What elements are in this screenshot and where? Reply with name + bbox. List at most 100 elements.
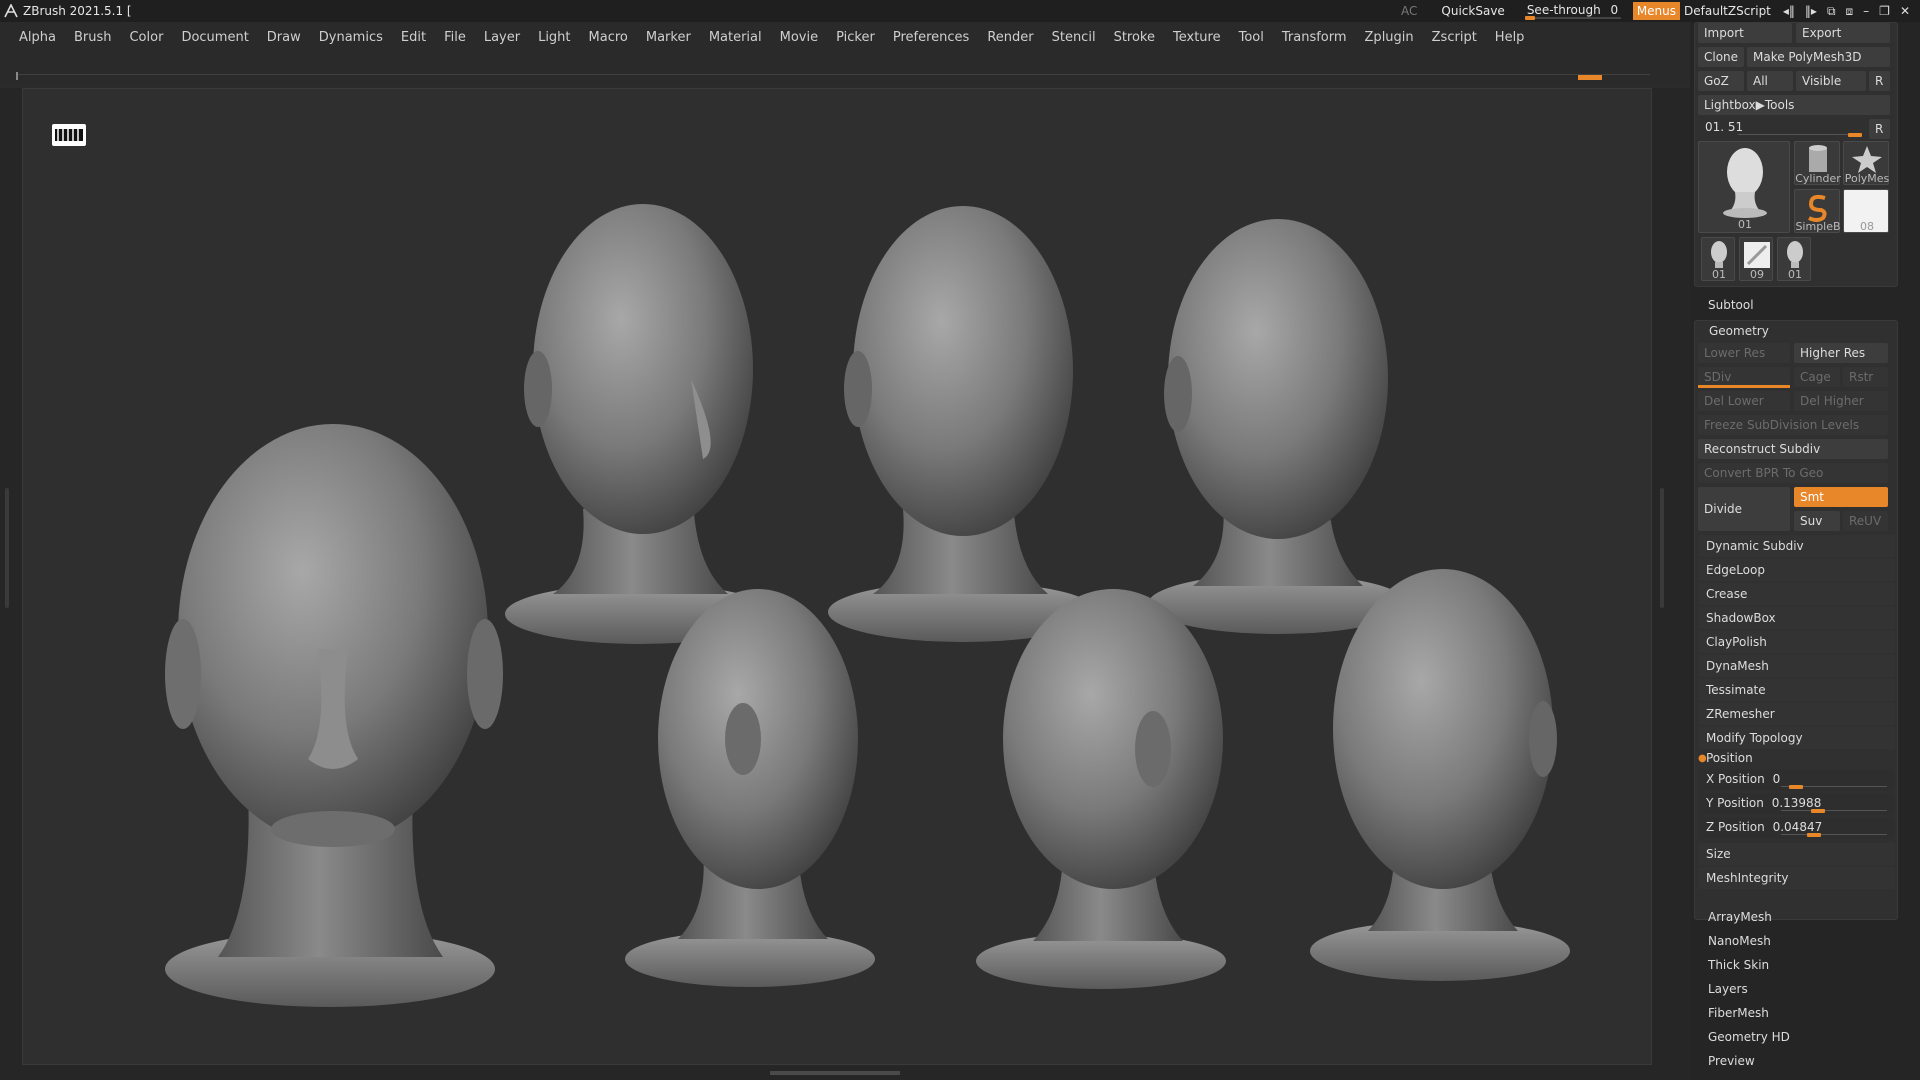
head-model-top-3[interactable] <box>1148 219 1408 634</box>
reconstruct-subdiv-button[interactable]: Reconstruct Subdiv <box>1698 439 1888 459</box>
lightbox-tools-button[interactable]: Lightbox▶Tools <box>1698 95 1890 115</box>
perspective-icon[interactable] <box>52 124 86 146</box>
del-lower-button[interactable]: Del Lower <box>1698 391 1790 411</box>
subtool-header[interactable]: Subtool <box>1708 298 1754 312</box>
preview-section[interactable]: Preview <box>1708 1054 1755 1068</box>
tool-thumb-cylinder[interactable]: Cylinder <box>1794 141 1841 185</box>
menu-document[interactable]: Document <box>181 30 248 45</box>
cage-button[interactable]: Cage <box>1794 367 1840 387</box>
timeline-marker[interactable] <box>1578 75 1602 80</box>
bottom-tray-handle[interactable] <box>770 1071 900 1075</box>
menu-zscript[interactable]: Zscript <box>1432 30 1477 45</box>
layers-section[interactable]: Layers <box>1708 982 1748 996</box>
meshintegrity-section[interactable]: MeshIntegrity <box>1699 867 1895 889</box>
menu-zplugin[interactable]: Zplugin <box>1365 30 1414 45</box>
freeze-subdiv-button[interactable]: Freeze SubDivision Levels <box>1698 415 1888 435</box>
tool-thumb-head[interactable]: 01 <box>1698 141 1790 233</box>
geometry-hd-section[interactable]: Geometry HD <box>1708 1030 1790 1044</box>
modify-topology-section[interactable]: Modify Topology <box>1699 727 1895 749</box>
del-higher-button[interactable]: Del Higher <box>1794 391 1888 411</box>
quicksave-button[interactable]: QuickSave <box>1441 4 1504 18</box>
head-model-front-large[interactable] <box>165 424 503 1007</box>
reuv-toggle[interactable]: ReUV <box>1843 511 1888 531</box>
menus-toggle-button[interactable]: Menus <box>1632 2 1681 20</box>
timeline-track[interactable] <box>16 74 1650 75</box>
menu-stroke[interactable]: Stroke <box>1114 30 1155 45</box>
menu-macro[interactable]: Macro <box>589 30 628 45</box>
menu-layer[interactable]: Layer <box>484 30 520 45</box>
size-section[interactable]: Size <box>1699 843 1895 865</box>
menu-texture[interactable]: Texture <box>1173 30 1221 45</box>
position-header[interactable]: Position <box>1706 751 1753 765</box>
shadowbox-section[interactable]: ShadowBox <box>1699 607 1895 629</box>
goz-visible-button[interactable]: Visible <box>1796 71 1866 91</box>
tool-thumb-blank[interactable]: 08 <box>1843 189 1889 233</box>
clone-button[interactable]: Clone <box>1698 47 1744 67</box>
convert-bpr-button[interactable]: Convert BPR To Geo <box>1698 463 1888 483</box>
tool-slider[interactable]: 01. 51 <box>1698 117 1866 139</box>
geometry-header[interactable]: Geometry <box>1709 324 1769 338</box>
y-position-slider[interactable]: Y Position 0.13988 <box>1699 793 1895 815</box>
higher-res-button[interactable]: Higher Res <box>1794 343 1888 363</box>
layout-icon[interactable]: ⧉ <box>1827 4 1836 19</box>
smt-toggle[interactable]: Smt <box>1794 487 1888 507</box>
menu-transform[interactable]: Transform <box>1282 30 1347 45</box>
see-through-slider[interactable]: See-through 0 <box>1521 0 1625 22</box>
tool-thumb-small-1[interactable]: 01 <box>1701 237 1735 281</box>
head-model-profile[interactable] <box>976 589 1226 989</box>
x-position-slider[interactable]: X Position 0 <box>1699 769 1895 791</box>
tool-thumb-simpleb[interactable]: SimpleB <box>1794 189 1841 233</box>
head-model-3q-right[interactable] <box>1310 569 1570 981</box>
canvas-viewport[interactable] <box>22 88 1652 1065</box>
menu-tool[interactable]: Tool <box>1239 30 1264 45</box>
scroll-left-icon[interactable]: ◂‖ <box>1783 4 1795 19</box>
tool-slider-r-button[interactable]: R <box>1869 119 1890 139</box>
menu-help[interactable]: Help <box>1495 30 1525 45</box>
left-tray-handle[interactable] <box>5 488 9 608</box>
scroll-right-icon[interactable]: ‖▸ <box>1805 4 1817 19</box>
menu-material[interactable]: Material <box>709 30 762 45</box>
ac-button[interactable]: AC <box>1401 4 1417 18</box>
menu-brush[interactable]: Brush <box>74 30 112 45</box>
tool-thumb-small-3[interactable]: 01 <box>1777 237 1811 281</box>
layout-alt-icon[interactable]: ⧈ <box>1846 4 1854 19</box>
restore-icon[interactable]: ❐ <box>1879 4 1890 19</box>
dynamic-subdiv-section[interactable]: Dynamic Subdiv <box>1699 535 1895 557</box>
tool-thumb-polymesh[interactable]: PolyMes <box>1843 141 1889 185</box>
import-button[interactable]: Import <box>1698 23 1792 43</box>
thick-skin-section[interactable]: Thick Skin <box>1708 958 1769 972</box>
goz-button[interactable]: GoZ <box>1698 71 1744 91</box>
rstr-button[interactable]: Rstr <box>1843 367 1888 387</box>
menu-render[interactable]: Render <box>987 30 1033 45</box>
menu-edit[interactable]: Edit <box>401 30 426 45</box>
menu-picker[interactable]: Picker <box>836 30 875 45</box>
right-tray-handle[interactable] <box>1660 488 1664 608</box>
menu-preferences[interactable]: Preferences <box>893 30 969 45</box>
edgeloop-section[interactable]: EdgeLoop <box>1699 559 1895 581</box>
crease-section[interactable]: Crease <box>1699 583 1895 605</box>
head-model-back-3q[interactable] <box>625 589 875 987</box>
head-model-top-1[interactable] <box>505 204 775 644</box>
close-icon[interactable]: ✕ <box>1900 4 1910 19</box>
goz-r-button[interactable]: R <box>1869 71 1890 91</box>
menu-movie[interactable]: Movie <box>780 30 818 45</box>
menu-file[interactable]: File <box>444 30 466 45</box>
zremesher-section[interactable]: ZRemesher <box>1699 703 1895 725</box>
sdiv-slider[interactable]: SDiv <box>1698 367 1790 387</box>
export-button[interactable]: Export <box>1796 23 1890 43</box>
lower-res-button[interactable]: Lower Res <box>1698 343 1790 363</box>
head-model-top-2[interactable] <box>828 206 1098 642</box>
menu-alpha[interactable]: Alpha <box>19 30 56 45</box>
menu-draw[interactable]: Draw <box>267 30 301 45</box>
menu-color[interactable]: Color <box>129 30 163 45</box>
arraymesh-section[interactable]: ArrayMesh <box>1708 910 1772 924</box>
menu-dynamics[interactable]: Dynamics <box>319 30 383 45</box>
see-through-knob[interactable] <box>1524 16 1535 20</box>
nanomesh-section[interactable]: NanoMesh <box>1708 934 1771 948</box>
divide-button[interactable]: Divide <box>1698 487 1790 531</box>
suv-toggle[interactable]: Suv <box>1794 511 1840 531</box>
default-zscript-button[interactable]: DefaultZScript <box>1684 4 1771 18</box>
z-position-slider[interactable]: Z Position 0.04847 <box>1699 817 1895 839</box>
goz-all-button[interactable]: All <box>1747 71 1793 91</box>
make-polymesh-button[interactable]: Make PolyMesh3D <box>1747 47 1890 67</box>
